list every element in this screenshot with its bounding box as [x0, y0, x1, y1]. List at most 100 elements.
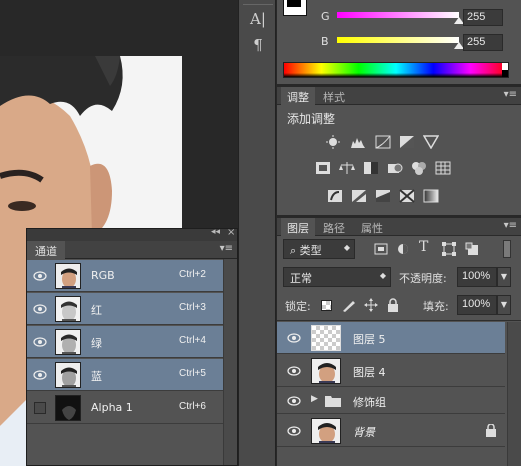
channel-thumbnail	[55, 296, 81, 322]
vibrance-icon[interactable]	[423, 135, 439, 149]
white-swatch[interactable]	[502, 63, 508, 70]
tab-paths[interactable]: 路径	[317, 218, 351, 236]
selective-color-icon[interactable]	[399, 189, 415, 203]
tab-channels[interactable]: 通道	[27, 241, 65, 259]
blue-slider-track[interactable]	[337, 37, 459, 43]
filter-toggle-switch[interactable]	[503, 240, 511, 258]
close-icon[interactable]: ×	[227, 227, 235, 238]
filter-shape-icon[interactable]	[441, 242, 457, 256]
layer-name[interactable]: 修饰组	[353, 394, 386, 410]
blue-label: B	[321, 35, 329, 48]
threshold-icon[interactable]	[375, 189, 391, 203]
channel-row-alpha[interactable]: Alpha 1 Ctrl+6	[27, 392, 223, 424]
lock-transparency-icon[interactable]	[321, 300, 332, 311]
filter-type-icon[interactable]: T	[419, 239, 428, 255]
layer-name[interactable]: 图层 5	[353, 331, 386, 347]
fill-field[interactable]: 100%	[457, 295, 497, 315]
color-panel: G 255 B 255	[277, 0, 521, 84]
folder-icon	[325, 396, 341, 407]
black-swatch[interactable]	[502, 70, 508, 77]
layer-group-row[interactable]: ▶ 修饰组	[277, 388, 505, 414]
chevron-icon: ◆	[379, 271, 386, 280]
fill-label: 填充:	[423, 300, 449, 313]
blend-mode-dropdown[interactable]: 正常 ◆	[283, 267, 391, 287]
lock-position-move-icon[interactable]	[363, 298, 379, 312]
black-white-icon[interactable]	[363, 161, 379, 175]
panel-menu-icon[interactable]: ▾≡	[504, 89, 517, 100]
filter-kind-value: 类型	[299, 244, 322, 257]
visibility-toggle[interactable]	[34, 402, 46, 414]
eye-icon[interactable]	[33, 304, 47, 314]
layer-filter-dropdown[interactable]: ⌕ 类型 ◆	[283, 239, 355, 259]
layer-name[interactable]: 图层 4	[353, 364, 386, 380]
paragraph-panel-icon[interactable]: ¶	[249, 36, 267, 54]
eye-icon[interactable]	[287, 396, 301, 406]
color-spectrum-bar[interactable]	[283, 62, 509, 78]
channel-mixer-icon[interactable]	[411, 161, 427, 175]
character-panel-icon[interactable]: A|	[249, 10, 267, 28]
tab-adjustments[interactable]: 调整	[281, 87, 315, 105]
tab-properties[interactable]: 属性	[355, 218, 389, 236]
eye-icon[interactable]	[33, 337, 47, 347]
layer-row-4[interactable]: 图层 4	[277, 355, 505, 387]
green-value-field[interactable]: 255	[463, 9, 503, 26]
panel-menu-icon[interactable]: ▾≡	[220, 243, 233, 254]
opacity-dropdown-arrow[interactable]: ▼	[497, 267, 511, 287]
brightness-contrast-icon[interactable]	[325, 135, 341, 149]
panel-menu-icon[interactable]: ▾≡	[504, 220, 517, 231]
eye-icon[interactable]	[287, 426, 301, 436]
layer-row-background[interactable]: 背景	[277, 415, 505, 447]
color-lookup-icon[interactable]	[435, 161, 451, 175]
blend-mode-value: 正常	[290, 272, 312, 285]
filter-pixel-icon[interactable]	[373, 242, 389, 256]
opacity-field[interactable]: 100%	[457, 267, 497, 287]
opacity-label: 不透明度:	[399, 272, 447, 285]
search-icon: ⌕	[290, 244, 300, 257]
hue-saturation-icon[interactable]	[315, 161, 331, 175]
lock-all-icon[interactable]	[385, 298, 401, 312]
levels-icon[interactable]	[350, 135, 366, 149]
layer-row-5[interactable]: 图层 5	[277, 322, 505, 354]
panel-icon-strip: A| ¶	[238, 0, 276, 466]
channel-thumbnail	[55, 362, 81, 388]
tab-layers[interactable]: 图层	[281, 218, 315, 236]
lock-pixels-brush-icon[interactable]	[341, 298, 357, 312]
eye-icon[interactable]	[287, 333, 301, 343]
eye-icon[interactable]	[33, 271, 47, 281]
channels-tab-bar: 通道 ▾≡	[27, 241, 237, 259]
foreground-color-swatch[interactable]	[283, 0, 307, 16]
channel-shortcut: Ctrl+5	[179, 368, 206, 379]
collapse-icon[interactable]: ◂◂	[211, 227, 220, 237]
layer-name[interactable]: 背景	[353, 424, 375, 440]
expand-arrow-icon[interactable]: ▶	[311, 394, 318, 404]
eye-icon[interactable]	[287, 366, 301, 376]
layer-thumbnail	[311, 325, 341, 351]
channel-shortcut: Ctrl+2	[179, 269, 206, 280]
photo-filter-icon[interactable]	[387, 161, 403, 175]
channel-row-green[interactable]: 绿 Ctrl+4	[27, 326, 223, 358]
posterize-icon[interactable]	[351, 189, 367, 203]
channel-thumbnail	[55, 263, 81, 289]
curves-icon[interactable]	[375, 135, 391, 149]
background-color-swatch[interactable]	[287, 0, 301, 7]
panel-titlebar[interactable]: ◂◂ ×	[27, 227, 237, 241]
channel-row-rgb[interactable]: RGB Ctrl+2	[27, 260, 223, 292]
gradient-map-icon[interactable]	[423, 189, 439, 203]
tab-styles[interactable]: 样式	[317, 87, 351, 105]
layers-scrollbar[interactable]	[507, 322, 521, 466]
eye-icon[interactable]	[33, 370, 47, 380]
channels-scrollbar[interactable]	[223, 259, 237, 465]
channel-row-blue[interactable]: 蓝 Ctrl+5	[27, 359, 223, 391]
channel-row-red[interactable]: 红 Ctrl+3	[27, 293, 223, 325]
blue-value-field[interactable]: 255	[463, 34, 503, 51]
filter-adjustment-icon[interactable]	[395, 242, 411, 256]
filter-smart-object-icon[interactable]	[465, 242, 481, 256]
green-slider-track[interactable]	[337, 12, 459, 18]
green-label: G	[321, 10, 330, 23]
invert-icon[interactable]	[327, 189, 343, 203]
color-balance-icon[interactable]	[339, 161, 355, 175]
divider	[277, 320, 521, 321]
exposure-icon[interactable]	[399, 135, 415, 149]
fill-dropdown-arrow[interactable]: ▼	[497, 295, 511, 315]
channel-shortcut: Ctrl+6	[179, 401, 206, 412]
